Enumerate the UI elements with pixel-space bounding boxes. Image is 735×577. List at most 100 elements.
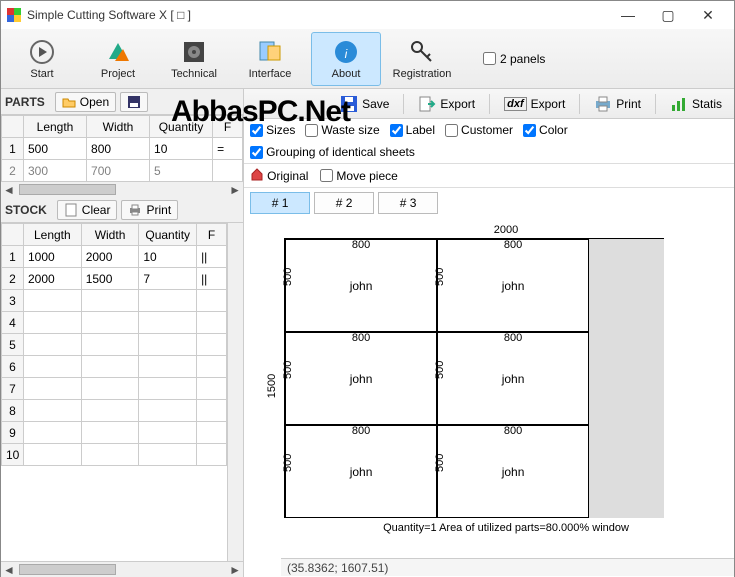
cut-piece[interactable]: 800 500 john xyxy=(437,239,589,332)
two-panels-checkbox[interactable]: 2 panels xyxy=(483,52,545,66)
close-button[interactable]: ✕ xyxy=(688,1,728,29)
move-piece-checkbox[interactable]: Move piece xyxy=(320,169,397,183)
project-button[interactable]: Project xyxy=(83,32,153,86)
table-row[interactable]: 9 xyxy=(2,422,227,444)
minimize-button[interactable]: — xyxy=(608,1,648,29)
original-button[interactable]: Original xyxy=(250,167,308,184)
parts-save-button[interactable] xyxy=(120,92,148,112)
options-row-2: Original Move piece xyxy=(244,164,734,188)
options-row: Sizes Waste size Label Customer Color Gr… xyxy=(244,119,734,164)
folder-open-icon xyxy=(62,95,76,109)
result-print-button[interactable]: Print xyxy=(586,92,649,116)
parts-col-width[interactable]: Width xyxy=(87,116,150,138)
cut-piece[interactable]: 800 500 john xyxy=(437,332,589,425)
table-row[interactable]: 10 xyxy=(2,444,227,466)
technical-button[interactable]: Technical xyxy=(159,32,229,86)
table-row[interactable]: 3 xyxy=(2,290,227,312)
grouping-checkbox[interactable]: Grouping of identical sheets xyxy=(250,145,415,159)
parts-open-button[interactable]: Open xyxy=(55,92,116,112)
parts-col-quantity[interactable]: Quantity xyxy=(150,116,213,138)
about-button[interactable]: i About xyxy=(311,32,381,86)
svg-text:i: i xyxy=(345,47,348,61)
dxf-icon: dxf xyxy=(504,97,527,111)
stock-col-quantity[interactable]: Quantity xyxy=(139,224,197,246)
printer-icon xyxy=(128,203,142,217)
table-row[interactable]: 8 xyxy=(2,400,227,422)
save-icon xyxy=(340,95,358,113)
interface-button[interactable]: Interface xyxy=(235,32,305,86)
sheet: 800 500 john 800 500 john 800 500 john xyxy=(284,238,664,518)
window-title: Simple Cutting Software X [ □ ] xyxy=(27,8,608,22)
parts-hscroll[interactable]: ◄► xyxy=(1,181,243,197)
stock-clear-button[interactable]: Clear xyxy=(57,200,118,220)
table-row[interactable]: 4 xyxy=(2,312,227,334)
ribbon: Start Project Technical Interface i Abou… xyxy=(1,29,734,89)
cut-piece[interactable]: 800 500 john xyxy=(285,239,437,332)
label-checkbox[interactable]: Label xyxy=(390,123,435,137)
registration-button[interactable]: Registration xyxy=(387,32,457,86)
table-row[interactable]: 11000200010|| xyxy=(2,246,227,268)
stock-col-f[interactable]: F xyxy=(197,224,227,246)
printer-icon xyxy=(594,95,612,113)
stock-col-length[interactable]: Length xyxy=(24,224,82,246)
diagram-summary: Quantity=1 Area of utilized parts=80.000… xyxy=(284,522,728,534)
result-toolbar: Save Export dxf Export Print Statis xyxy=(244,89,734,119)
table-row[interactable]: 2200015007|| xyxy=(2,268,227,290)
parts-title: PARTS xyxy=(5,95,45,109)
chart-icon xyxy=(670,95,688,113)
waste-area xyxy=(589,239,664,518)
stock-col-width[interactable]: Width xyxy=(81,224,139,246)
table-row[interactable]: 1 500 800 10 = xyxy=(2,138,243,160)
cut-piece[interactable]: 800 500 john xyxy=(285,425,437,518)
stock-vscroll[interactable] xyxy=(227,223,243,561)
play-icon xyxy=(28,38,56,66)
info-icon: i xyxy=(332,38,360,66)
export-icon xyxy=(418,95,436,113)
table-row[interactable]: 7 xyxy=(2,378,227,400)
parts-col-f[interactable]: F xyxy=(213,116,243,138)
waste-checkbox[interactable]: Waste size xyxy=(305,123,379,137)
two-panels-input[interactable] xyxy=(483,52,496,65)
two-panels-label: 2 panels xyxy=(500,52,545,66)
sheet-width-label: 2000 xyxy=(494,224,518,236)
table-row[interactable]: 6 xyxy=(2,356,227,378)
result-stats-button[interactable]: Statis xyxy=(662,92,730,116)
result-save-button[interactable]: Save xyxy=(332,92,397,116)
parts-col-length[interactable]: Length xyxy=(24,116,87,138)
sizes-checkbox[interactable]: Sizes xyxy=(250,123,295,137)
cut-piece[interactable]: 800 500 john xyxy=(437,425,589,518)
table-row[interactable]: 5 xyxy=(2,334,227,356)
stock-print-button[interactable]: Print xyxy=(121,200,178,220)
stock-hscroll[interactable]: ◄► xyxy=(1,561,243,577)
table-row[interactable]: 2 300 700 5 xyxy=(2,160,243,182)
status-bar: (35.8362; 1607.51) xyxy=(281,558,734,576)
stock-header: STOCK Clear Print xyxy=(1,197,243,223)
sheet-tabs: # 1 # 2 # 3 xyxy=(244,188,734,218)
tab-3[interactable]: # 3 xyxy=(378,192,438,214)
stock-title: STOCK xyxy=(5,203,47,217)
stock-grid[interactable]: Length Width Quantity F 11000200010|| 22… xyxy=(1,223,227,466)
diagram-area[interactable]: 2000 1500 800 500 john 800 500 john xyxy=(244,218,734,577)
sheet-height-label: 1500 xyxy=(266,374,278,398)
cursor-coords: (35.8362; 1607.51) xyxy=(287,561,388,575)
result-dxf-export-button[interactable]: dxf Export xyxy=(496,92,573,116)
tab-2[interactable]: # 2 xyxy=(314,192,374,214)
cut-piece[interactable]: 800 500 john xyxy=(285,332,437,425)
titlebar: Simple Cutting Software X [ □ ] — ▢ ✕ xyxy=(1,1,734,29)
parts-header: PARTS Open xyxy=(1,89,243,115)
color-checkbox[interactable]: Color xyxy=(523,123,568,137)
interface-icon xyxy=(256,38,284,66)
tab-1[interactable]: # 1 xyxy=(250,192,310,214)
project-icon xyxy=(104,38,132,66)
app-icon xyxy=(7,8,21,22)
start-button[interactable]: Start xyxy=(7,32,77,86)
maximize-button[interactable]: ▢ xyxy=(648,1,688,29)
customer-checkbox[interactable]: Customer xyxy=(445,123,513,137)
parts-grid[interactable]: Length Width Quantity F 1 500 800 10 = 2… xyxy=(1,115,243,181)
key-icon xyxy=(408,38,436,66)
save-icon xyxy=(127,95,141,109)
home-icon xyxy=(250,167,264,184)
gear-icon xyxy=(180,38,208,66)
blank-page-icon xyxy=(64,203,78,217)
result-export-button[interactable]: Export xyxy=(410,92,483,116)
